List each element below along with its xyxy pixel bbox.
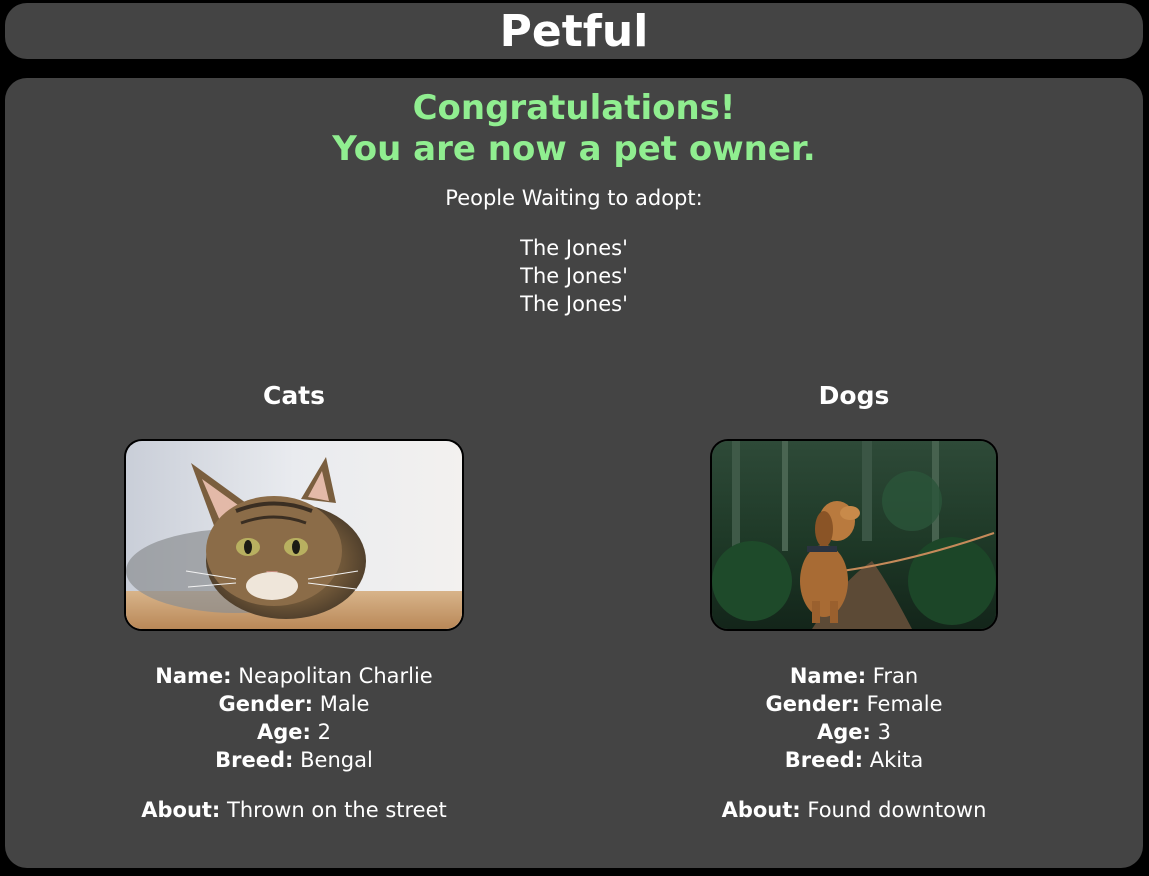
dog-photo	[710, 439, 998, 631]
gender-label: Gender:	[218, 692, 314, 716]
dog-name-row: Name: Fran	[574, 662, 1134, 690]
adoption-queue: The Jones' The Jones' The Jones'	[5, 234, 1143, 318]
dog-age-row: Age: 3	[574, 718, 1134, 746]
dog-about: About: Found downtown	[574, 796, 1134, 824]
cat-gender-row: Gender: Male	[14, 690, 574, 718]
cat-about-text: Thrown on the street	[227, 798, 447, 822]
dog-breed: Akita	[869, 748, 924, 772]
cat-breed: Bengal	[300, 748, 373, 772]
app-header: Petful	[5, 3, 1143, 59]
cat-age-row: Age: 2	[14, 718, 574, 746]
congrats-line-2: You are now a pet owner.	[332, 129, 816, 169]
dog-name: Fran	[872, 664, 919, 688]
age-label: Age:	[257, 720, 311, 744]
dogs-heading: Dogs	[818, 381, 890, 410]
breed-label: Breed:	[784, 748, 864, 772]
dog-age: 3	[877, 720, 891, 744]
main-panel: Congratulations! You are now a pet owner…	[5, 78, 1143, 868]
cat-name: Neapolitan Charlie	[238, 664, 433, 688]
dog-section: Dogs Name: Fran Gender: Female Age: 3 Br…	[574, 378, 1134, 824]
queue-label: People Waiting to adopt:	[445, 186, 703, 210]
cat-age: 2	[317, 720, 331, 744]
congratulations-message: Congratulations! You are now a pet owner…	[5, 88, 1143, 170]
gender-label: Gender:	[765, 692, 860, 716]
dog-breed-row: Breed: Akita	[574, 746, 1134, 774]
cat-details: Name: Neapolitan Charlie Gender: Male Ag…	[14, 662, 574, 774]
dog-details: Name: Fran Gender: Female Age: 3 Breed: …	[574, 662, 1134, 774]
queue-person: The Jones'	[520, 264, 628, 288]
cats-heading: Cats	[262, 381, 326, 410]
name-label: Name:	[155, 664, 232, 688]
about-label: About:	[721, 798, 801, 822]
app-title: Petful	[499, 6, 649, 57]
name-label: Name:	[789, 664, 867, 688]
congrats-line-1: Congratulations!	[412, 88, 736, 128]
dog-gender-row: Gender: Female	[574, 690, 1134, 718]
cat-gender: Male	[319, 692, 370, 716]
queue-person: The Jones'	[520, 292, 628, 316]
cat-name-row: Name: Neapolitan Charlie	[14, 662, 574, 690]
queue-person: The Jones'	[520, 236, 628, 260]
breed-label: Breed:	[215, 748, 294, 772]
cat-about: About: Thrown on the street	[14, 796, 574, 824]
cat-photo	[124, 439, 464, 631]
about-label: About:	[141, 798, 221, 822]
dog-gender: Female	[866, 692, 943, 716]
cat-section: Cats Name: Neapolitan Charlie Gender: Ma…	[14, 378, 574, 824]
cat-breed-row: Breed: Bengal	[14, 746, 574, 774]
dog-about-text: Found downtown	[807, 798, 987, 822]
age-label: Age:	[817, 720, 871, 744]
